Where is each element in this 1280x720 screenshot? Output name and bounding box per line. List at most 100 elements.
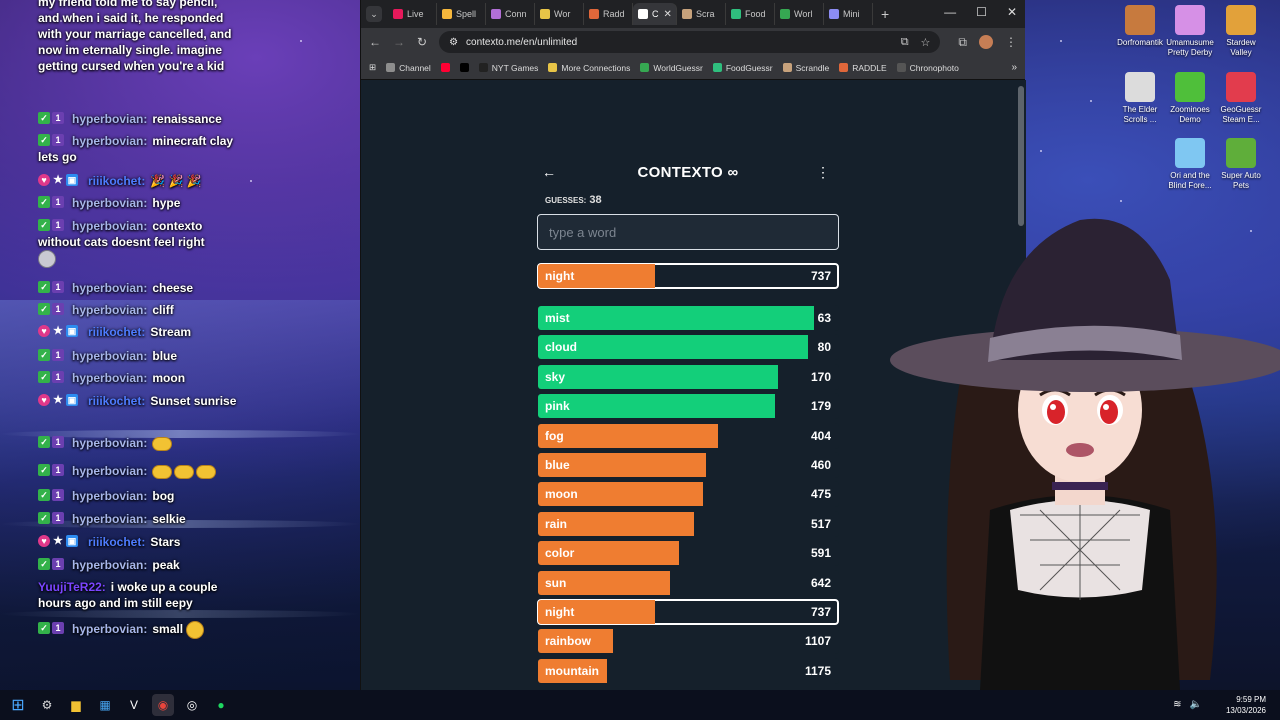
chat-username[interactable]: riiikochet: xyxy=(88,394,145,408)
chat-username[interactable]: hyperbovian: xyxy=(72,512,147,526)
tab-close-icon[interactable]: ✕ xyxy=(664,9,672,20)
bookmark-item[interactable]: Scrandle xyxy=(782,63,829,73)
photos-icon[interactable]: ▦ xyxy=(94,694,116,716)
extensions-icon[interactable]: ⧉ xyxy=(958,35,967,50)
check-badge-icon: ✓ xyxy=(38,112,50,124)
word-input[interactable] xyxy=(537,214,839,250)
browser-tab[interactable]: Scra xyxy=(677,3,726,25)
guess-row: mountain 1175 xyxy=(537,657,839,684)
check-badge-icon: ✓ xyxy=(38,349,50,361)
browser-menu-icon[interactable]: ⋮ xyxy=(1005,35,1017,49)
vtube-studio-icon[interactable]: V xyxy=(123,694,145,716)
bookmark-favicon-icon xyxy=(839,63,849,72)
chat-badges: ♥ ★ ▣ xyxy=(38,325,78,337)
site-info-icon[interactable]: ⚙ xyxy=(449,37,458,48)
bookmark-item[interactable]: RADDLE xyxy=(839,63,887,73)
chrome-icon[interactable]: ◉ xyxy=(152,694,174,716)
chat-username[interactable]: hyperbovian: xyxy=(72,558,147,572)
url-field[interactable]: ⚙ contexto.me/en/unlimited ⧉ ☆ xyxy=(439,31,941,53)
back-arrow-icon[interactable]: ← xyxy=(369,35,381,49)
guess-word: pink xyxy=(545,399,570,414)
settings-gear-icon[interactable]: ⚙ xyxy=(36,694,58,716)
guess-word: blue xyxy=(545,458,570,472)
guess-row-current: night 737 xyxy=(537,599,839,625)
shortcut-label: Stardew Valley xyxy=(1226,38,1256,57)
wifi-icon[interactable]: ≋ xyxy=(1173,699,1181,710)
bookmark-item[interactable]: NYT Games xyxy=(478,63,538,73)
chat-username[interactable]: hyperbovian: xyxy=(72,281,147,295)
browser-tab[interactable]: Live xyxy=(388,3,437,25)
chat-username[interactable]: hyperbovian: xyxy=(72,489,147,503)
chat-username[interactable]: hyperbovian: xyxy=(72,303,147,317)
desktop-shortcut[interactable]: Ori and the Blind Fore... xyxy=(1165,138,1215,191)
desktop-shortcut[interactable]: Super Auto Pets xyxy=(1216,138,1266,191)
bookmark-item[interactable] xyxy=(440,63,450,72)
chat-username[interactable]: hyperbovian: xyxy=(72,436,147,450)
chat-username[interactable]: hyperbovian: xyxy=(72,622,147,636)
bookmark-item[interactable]: FoodGuessr xyxy=(712,63,773,73)
guess-row: fog 404 xyxy=(537,422,839,449)
guess-row: mist 63 xyxy=(537,305,839,331)
desktop-shortcut[interactable]: Umamusume Pretty Derby xyxy=(1165,5,1215,58)
bookmark-item[interactable]: Chronophoto xyxy=(896,63,959,73)
check-badge-icon: ✓ xyxy=(38,303,50,315)
chat-username[interactable]: riiikochet: xyxy=(88,535,145,549)
desktop-shortcut[interactable]: Stardew Valley xyxy=(1216,5,1266,58)
chat-username[interactable]: hyperbovian: xyxy=(72,464,147,478)
more-bookmarks-icon[interactable]: » xyxy=(1011,62,1017,73)
chat-username[interactable]: hyperbovian: xyxy=(72,219,147,233)
chat-username[interactable]: hyperbovian: xyxy=(72,134,147,148)
chat-username[interactable]: hyperbovian: xyxy=(72,196,147,210)
close-window-icon[interactable]: ✕ xyxy=(1007,5,1017,19)
forward-arrow-icon[interactable]: → xyxy=(393,35,405,49)
new-tab-button[interactable]: + xyxy=(881,6,889,22)
browser-tab[interactable]: Mini xyxy=(824,3,873,25)
tab-search-button[interactable]: ⌄ xyxy=(366,6,382,22)
browser-tab[interactable]: Wor xyxy=(535,3,584,25)
chat-badges: ♥ ★ ▣ xyxy=(38,174,78,186)
start-windows-icon[interactable]: ⊞ xyxy=(7,694,29,716)
apps-grid-icon[interactable]: ⊞ xyxy=(369,62,376,73)
chat-username[interactable]: hyperbovian: xyxy=(72,112,147,126)
chat-text: Stream xyxy=(150,325,192,339)
bookmark-label: WorldGuessr xyxy=(653,62,703,73)
bookmark-favicon-icon xyxy=(782,63,792,72)
tab-label: Scra xyxy=(696,9,715,19)
browser-tab[interactable]: Spell xyxy=(437,3,486,25)
guess-row: sun 642 xyxy=(537,569,839,596)
guess-row: rain 517 xyxy=(537,510,839,537)
volume-icon[interactable]: 🔈 xyxy=(1190,699,1202,710)
chat-username[interactable]: riiikochet: xyxy=(88,174,145,188)
browser-tab[interactable]: Food xyxy=(726,3,775,25)
browser-tab[interactable]: Radd xyxy=(584,3,633,25)
desktop-shortcut[interactable]: The Elder Scrolls ... xyxy=(1115,72,1165,125)
guess-word: sky xyxy=(545,369,566,384)
kebab-menu-icon[interactable]: ⋮ xyxy=(816,164,830,181)
desktop-shortcut[interactable]: Zoominoes Demo xyxy=(1165,72,1215,125)
bookmark-star-icon[interactable]: ☆ xyxy=(921,36,931,49)
maximize-icon[interactable]: ☐ xyxy=(976,5,987,19)
chat-username[interactable]: hyperbovian: xyxy=(72,349,147,363)
obs-icon[interactable]: ◎ xyxy=(181,694,203,716)
page-scrollbar[interactable] xyxy=(1018,86,1024,226)
chat-username[interactable]: riiikochet: xyxy=(88,325,145,339)
browser-tab[interactable]: Conn xyxy=(486,3,535,25)
bookmark-item[interactable]: Channel xyxy=(386,63,431,73)
spotify-icon[interactable]: ● xyxy=(210,694,232,716)
profile-avatar[interactable] xyxy=(979,35,993,49)
bookmark-item[interactable] xyxy=(459,63,469,72)
install-app-icon[interactable]: ⧉ xyxy=(901,36,909,49)
clock[interactable]: 9:59 PM 13/03/2026 xyxy=(1226,694,1266,716)
desktop-shortcut[interactable]: Dorfromantik xyxy=(1115,5,1165,48)
clock-date: 13/03/2026 xyxy=(1225,706,1266,715)
browser-tab[interactable]: C ✕ xyxy=(633,3,677,25)
bookmark-item[interactable]: More Connections xyxy=(548,63,630,73)
chat-username[interactable]: hyperbovian: xyxy=(72,371,147,385)
desktop-shortcut[interactable]: GeoGuessr Steam E... xyxy=(1216,72,1266,125)
minimize-icon[interactable]: — xyxy=(944,5,956,19)
bookmark-item[interactable]: WorldGuessr xyxy=(640,62,703,73)
chat-username[interactable]: YuujiTeR22: xyxy=(38,580,106,594)
file-explorer-icon[interactable]: ▆ xyxy=(65,694,87,716)
browser-tab[interactable]: Worl xyxy=(775,3,824,25)
reload-icon[interactable]: ↻ xyxy=(417,35,427,49)
